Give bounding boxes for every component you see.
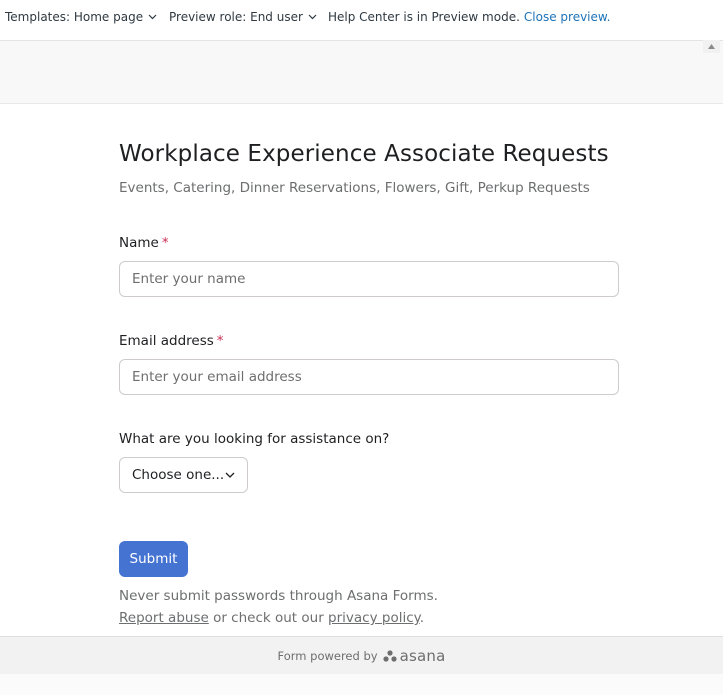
- preview-role-dropdown[interactable]: Preview role: End user: [169, 10, 317, 24]
- submit-button[interactable]: Submit: [119, 541, 188, 577]
- chevron-down-icon: [225, 472, 235, 478]
- required-marker: *: [161, 235, 169, 251]
- name-label-text: Name: [119, 235, 159, 251]
- report-line: Report abuse or check out our privacy po…: [119, 610, 424, 626]
- or-text: or check out our: [208, 610, 329, 626]
- preview-toolbar: Templates: Home page Preview role: End u…: [0, 0, 723, 41]
- templates-label: Templates: Home page: [5, 10, 144, 24]
- preview-status-text: Help Center is in Preview mode.: [328, 10, 520, 24]
- email-label-text: Email address: [119, 333, 214, 349]
- required-marker: *: [216, 333, 224, 349]
- templates-dropdown[interactable]: Templates: Home page: [5, 10, 157, 24]
- report-abuse-link[interactable]: Report abuse: [119, 610, 209, 626]
- scroll-up-icon[interactable]: [703, 40, 720, 53]
- form-footer: Form powered by asana: [0, 636, 723, 674]
- form-subtitle: Events, Catering, Dinner Reservations, F…: [119, 180, 590, 196]
- bottom-strip: [0, 674, 723, 695]
- name-input[interactable]: [119, 261, 619, 297]
- chevron-down-icon: [308, 9, 317, 23]
- passwords-note: Never submit passwords through Asana For…: [119, 588, 438, 604]
- powered-by-text: Form powered by: [277, 648, 378, 663]
- header-band: [0, 41, 723, 104]
- preview-status: Help Center is in Preview mode. Close pr…: [328, 10, 610, 24]
- asana-dots-icon: [382, 649, 397, 662]
- chevron-down-icon: [148, 9, 157, 23]
- form-title: Workplace Experience Associate Requests: [119, 141, 609, 167]
- privacy-policy-link[interactable]: privacy policy: [328, 610, 420, 626]
- assistance-label: What are you looking for assistance on?: [119, 431, 390, 447]
- preview-role-label: Preview role: End user: [169, 10, 303, 24]
- asana-brand-text: asana: [399, 646, 446, 665]
- email-label: Email address *: [119, 333, 224, 349]
- assistance-select[interactable]: Choose one...: [119, 457, 248, 493]
- period-text: .: [419, 610, 424, 626]
- name-label: Name *: [119, 235, 169, 251]
- close-preview-link[interactable]: Close preview.: [524, 10, 611, 24]
- assistance-select-value: Choose one...: [132, 467, 225, 483]
- asana-logo[interactable]: asana: [382, 646, 446, 665]
- email-input[interactable]: [119, 359, 619, 395]
